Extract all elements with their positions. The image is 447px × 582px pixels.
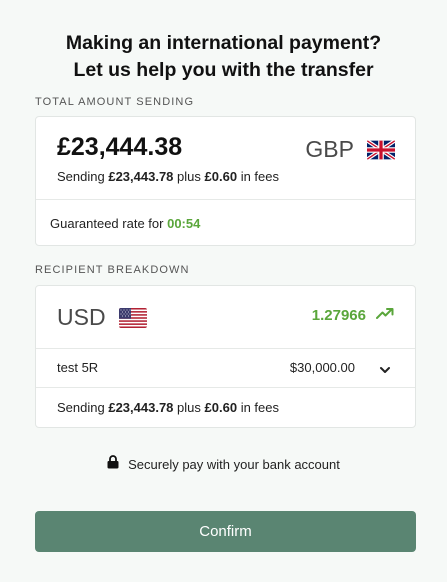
trending-up-icon: [376, 306, 394, 324]
sending-currency: GBP: [305, 136, 395, 163]
recipient-summary-prefix: Sending: [57, 400, 105, 415]
recipient-summary: Sending £23,443.78 plus £0.60 in fees: [57, 400, 279, 415]
recipient-row[interactable]: test 5R $30,000.00: [36, 349, 415, 387]
sending-summary-fee: £0.60: [204, 169, 238, 184]
sending-summary: Sending £23,443.78 plus £0.60 in fees: [57, 169, 279, 184]
sending-summary-amount: £23,443.78: [108, 169, 174, 184]
sending-section-label: TOTAL AMOUNT SENDING: [35, 96, 195, 108]
chevron-down-icon[interactable]: [379, 362, 391, 380]
guaranteed-rate-label: Guaranteed rate for: [50, 216, 164, 231]
confirm-button[interactable]: Confirm: [35, 511, 416, 552]
lock-icon: [107, 455, 119, 474]
secure-note-text: Securely pay with your bank account: [128, 457, 340, 472]
recipient-summary-fee: £0.60: [204, 400, 238, 415]
page-heading-line2: Let us help you with the transfer: [73, 59, 374, 81]
guaranteed-rate: Guaranteed rate for 00:54: [50, 216, 200, 231]
sending-currency-code: GBP: [305, 136, 354, 162]
sending-card: £23,444.38 GBP Sending £23,443.78 plus £…: [35, 116, 416, 246]
recipient-card: USD 1.27966 test 5R $30,000.00 Sending £…: [35, 285, 416, 428]
page-heading: Making an international payment? Let us …: [0, 30, 447, 84]
sending-amount: £23,444.38: [57, 133, 183, 161]
recipient-summary-amount: £23,443.78: [108, 400, 174, 415]
page-heading-line1: Making an international payment?: [65, 32, 382, 54]
recipient-summary-suffix: in fees: [240, 400, 280, 415]
exchange-rate-value: 1.27966: [311, 306, 366, 324]
recipient-amount: $30,000.00: [289, 360, 355, 375]
recipient-section-label: RECIPIENT BREAKDOWN: [35, 264, 190, 276]
recipient-name: test 5R: [57, 360, 99, 375]
recipient-summary-plus: plus: [177, 400, 201, 415]
guaranteed-rate-timer: 00:54: [167, 216, 201, 231]
sending-summary-prefix: Sending: [57, 169, 105, 184]
divider: [36, 199, 415, 200]
recipient-currency-code: USD: [57, 304, 106, 330]
recipient-currency: USD: [57, 304, 147, 331]
uk-flag-icon: [367, 139, 395, 160]
divider: [36, 387, 415, 388]
secure-note: Securely pay with your bank account: [0, 455, 447, 474]
sending-summary-suffix: in fees: [240, 169, 280, 184]
sending-summary-plus: plus: [177, 169, 201, 184]
us-flag-icon: [118, 307, 147, 328]
exchange-rate: 1.27966: [312, 306, 394, 324]
